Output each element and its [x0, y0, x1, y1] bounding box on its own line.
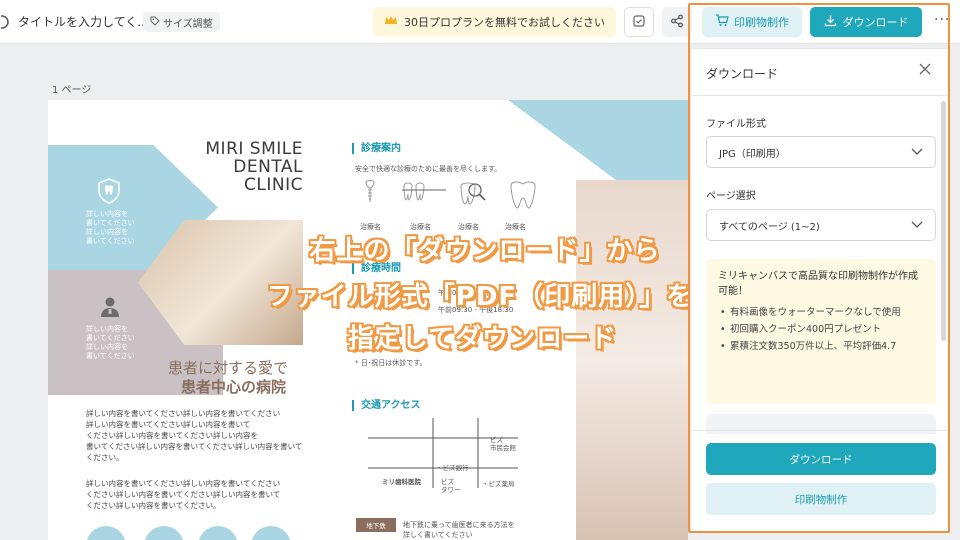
panel-divider: [691, 95, 949, 96]
save-check-button[interactable]: [624, 7, 654, 37]
tooth-magnifier-icon: [453, 180, 493, 212]
share-icon: [670, 13, 684, 32]
slogan-line-2[interactable]: 患者中心の病院: [181, 376, 286, 397]
map-label-bank: ・ビズ銀行: [436, 464, 469, 472]
top-bar: タイトルを入力してく... サイズ調整 30日プロプランを無料でお試しください …: [0, 0, 960, 44]
brand-line-2: DENTAL: [233, 157, 303, 177]
tag-icon: [150, 16, 160, 29]
panel-download-button[interactable]: ダウンロード: [706, 443, 936, 475]
holiday-note: * 日･祝日は休診です。: [355, 359, 427, 367]
services-subtitle: 安全で快適な診療のために最善を尽くします。: [355, 165, 502, 173]
map-label-tower: ビズ タワー: [441, 478, 461, 494]
feature-circle-4: [251, 526, 291, 540]
chevron-down-icon: [911, 147, 923, 158]
print-production-label: 印刷物制作: [734, 16, 789, 29]
print-promo-box: ミリキャンバスで高品質な印刷物制作が作成可能！ 有料画像をウォーターマークなしで…: [706, 259, 936, 404]
feature-circle-3: [198, 526, 238, 540]
tooth-shield-icon: [96, 178, 122, 204]
body-text-2[interactable]: 詳しい内容を書いてください詳しい内容を書いてください ください詳しい内容を書いて…: [86, 478, 311, 511]
download-button[interactable]: ダウンロード: [810, 7, 922, 37]
clinic-logo-text[interactable]: MIRI SMILE DENTAL CLINIC: [198, 140, 303, 194]
download-icon: [824, 14, 837, 30]
tooth-braces-icon: [400, 180, 446, 212]
share-button[interactable]: [662, 7, 692, 37]
section-heading-access[interactable]: 交通アクセス: [352, 400, 421, 411]
panel-extra-box: [706, 414, 936, 434]
cart-icon: [715, 14, 729, 30]
trial-promo-button[interactable]: 30日プロプランを無料でお試しください: [373, 7, 616, 37]
back-icon[interactable]: [0, 14, 12, 30]
file-format-value: JPG（印刷用）: [719, 148, 786, 160]
save-check-icon: [632, 13, 646, 32]
print-promo-item: 累積注文数350万件以上、平均評価4.7: [718, 339, 924, 354]
page-select-label: ページ選択: [706, 191, 756, 202]
download-panel: ダウンロード ファイル形式 JPG（印刷用） ページ選択 すべてのページ (1~…: [690, 48, 950, 532]
panel-print-button[interactable]: 印刷物制作: [706, 483, 936, 515]
page-select-value: すべてのページ (1~2): [719, 221, 820, 233]
subway-tag: 地下鉄: [356, 518, 396, 532]
trial-promo-label: 30日プロプランを無料でお試しください: [404, 16, 605, 29]
subway-directions[interactable]: 地下鉄に乗って歯医者に来る方法を 詳しく書いてください: [403, 520, 515, 540]
close-icon[interactable]: [919, 63, 931, 79]
brand-line-3: CLINIC: [244, 175, 303, 195]
slogan-line-1[interactable]: 患者に対する愛で: [168, 357, 288, 378]
tooth-implant-icon: [354, 180, 394, 212]
print-promo-item: 有料画像をウォーターマークなしで使用: [718, 305, 924, 320]
tooth-icon: [503, 180, 543, 212]
decor-blue-corner: [508, 100, 688, 180]
page-label: 1 ページ: [52, 85, 92, 96]
resize-button[interactable]: サイズ調整: [143, 12, 220, 32]
document-title[interactable]: タイトルを入力してく...: [18, 13, 149, 30]
map-label-city-hall: ビズ 市民会館: [490, 436, 516, 452]
crown-icon: [384, 15, 398, 29]
file-format-select[interactable]: JPG（印刷用）: [706, 136, 936, 168]
print-promo-item: 初回購入クーポン400円プレゼント: [718, 322, 924, 337]
download-button-label: ダウンロード: [842, 16, 909, 29]
brand-line-1: MIRI SMILE: [205, 139, 303, 159]
resize-button-label: サイズ調整: [163, 18, 213, 30]
chevron-down-icon: [911, 220, 923, 231]
feature-circle-1: [86, 526, 126, 540]
file-format-label: ファイル形式: [706, 119, 766, 130]
feature-circle-2: [144, 526, 184, 540]
more-menu-icon[interactable]: ···: [934, 12, 950, 28]
section-heading-services[interactable]: 診療案内: [352, 143, 401, 154]
body-text-1[interactable]: 詳しい内容を書いてください詳しい内容を書いてください 詳しい内容を書いてください…: [86, 408, 311, 463]
map-label-pharmacy: ・ビズ薬局: [482, 480, 515, 488]
panel-footer-divider: [691, 430, 949, 431]
print-production-button[interactable]: 印刷物制作: [702, 7, 802, 37]
map-label-clinic: ミリ歯科医院: [382, 478, 421, 486]
panel-title: ダウンロード: [706, 67, 779, 81]
page-select[interactable]: すべてのページ (1~2): [706, 209, 936, 241]
print-promo-title: ミリキャンバスで高品質な印刷物制作が作成可能！: [718, 271, 918, 297]
panel-scrollbar[interactable]: [941, 101, 946, 341]
